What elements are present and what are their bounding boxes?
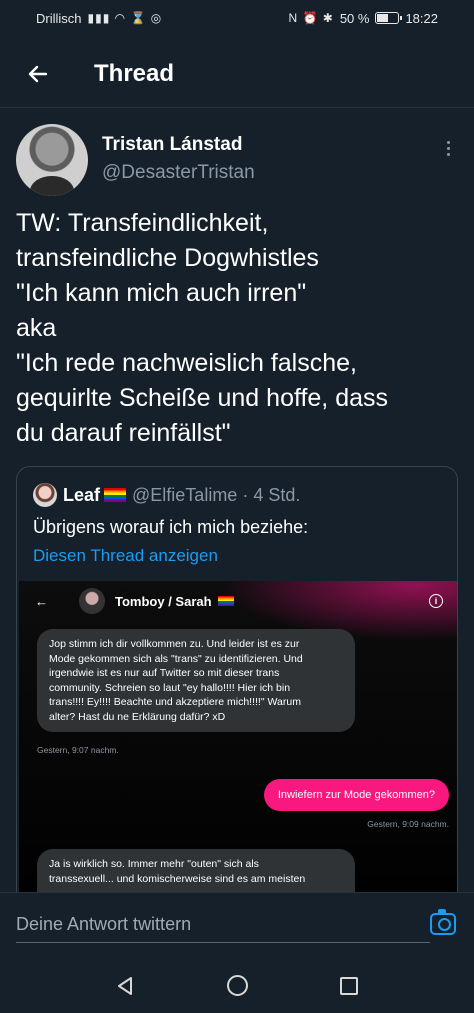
info-icon: i <box>429 594 443 608</box>
square-recents-icon <box>340 976 358 995</box>
status-indicators: N ⏰ ✱ <box>288 11 334 25</box>
author-names: Tristan Lánstad @DesasterTristan <box>102 134 255 184</box>
quoted-tweet[interactable]: Leaf @ElfieTalime · 4 Std. Übrigens wora… <box>16 466 458 906</box>
tweet-line: "Ich rede nachweislich falsche, <box>16 349 357 377</box>
reply-bar: Deine Antwort twittern <box>0 892 474 958</box>
carrier-label: Drillisch <box>36 10 82 26</box>
quote-header: Leaf @ElfieTalime · 4 Std. <box>17 467 457 507</box>
main-tweet: Tristan Lánstad @DesasterTristan TW: Tra… <box>0 124 474 451</box>
nav-recents-button[interactable] <box>329 966 369 1006</box>
nav-home-button[interactable] <box>217 966 257 1006</box>
reply-input[interactable]: Deine Antwort twittern <box>16 907 430 943</box>
message-line: Ja is wirklich so. Immer mehr "outen" si… <box>49 858 259 870</box>
chat-avatar <box>79 588 105 614</box>
quote-text: Übrigens worauf ich mich beziehe: <box>33 517 309 537</box>
author-handle[interactable]: @DesasterTristan <box>102 162 255 184</box>
show-thread-link[interactable]: Diesen Thread anzeigen <box>17 538 457 566</box>
camera-icon[interactable] <box>430 909 456 935</box>
page-title: Thread <box>94 59 175 87</box>
message-line: Mode gekommen sich als "trans" zu identi… <box>49 652 303 665</box>
message-line: alter? Hast du ne Erklärung dafür? xD <box>49 710 226 723</box>
tweet-line: "Ich kann mich auch irren" <box>16 279 307 307</box>
rainbow-flag-icon <box>217 596 234 606</box>
author-avatar[interactable] <box>16 124 88 196</box>
status-bar: Drillisch ▮▮▮ ◠ ⌛ ◎ N ⏰ ✱ 50 % 18:22 <box>0 0 474 36</box>
chat-title-text: Tomboy / Sarah <box>115 593 212 609</box>
message-line: trans!!!! Ey!!!! Beachte und akzeptiere … <box>49 696 301 708</box>
triangle-back-icon <box>118 976 132 995</box>
quote-handle-time: @ElfieTalime · 4 Std. <box>132 484 301 505</box>
message-line: community. Schreien so laut "ey hallo!!!… <box>49 681 291 694</box>
message-line: irgendwie ist es nur auf Twitter so mit … <box>49 667 280 679</box>
more-options-icon[interactable] <box>438 138 458 158</box>
tweet-text: TW: Transfeindlichkeit, transfeindliche … <box>0 206 474 451</box>
message-timestamp: Gestern, 9:09 nachm. <box>367 819 449 829</box>
battery-icon <box>375 12 403 24</box>
system-nav-bar <box>0 958 474 1013</box>
quote-author-name: Leaf <box>63 484 101 505</box>
tweet-line: aka <box>16 314 57 342</box>
quote-avatar <box>33 483 57 507</box>
author-row: Tristan Lánstad @DesasterTristan <box>0 124 474 196</box>
clock: 18:22 <box>405 10 438 26</box>
message-timestamp: Gestern, 9:07 nachm. <box>37 745 119 755</box>
arrow-left-icon <box>28 65 48 82</box>
battery-fill <box>377 14 389 22</box>
chat-message-incoming: Jop stimm ich dir vollkommen zu. Und lei… <box>37 629 355 732</box>
battery-percent: 50 % <box>339 10 370 26</box>
tweet-line: transfeindliche Dogwhistles <box>16 244 319 272</box>
message-line: Jop stimm ich dir vollkommen zu. Und lei… <box>49 638 300 650</box>
chat-title: Tomboy / Sarah <box>115 594 234 609</box>
nav-back-button[interactable] <box>105 966 145 1006</box>
quote-image[interactable]: ← Tomboy / Sarah i Jop stimm ich dir vol… <box>19 581 457 905</box>
thread-header: Thread <box>0 40 474 108</box>
tweet-line: du darauf reinfällst" <box>16 419 231 447</box>
tweet-line: gequirlte Scheiße und hoffe, dass <box>16 384 389 412</box>
tweet-line: TW: Transfeindlichkeit, <box>16 209 269 237</box>
back-button[interactable] <box>18 54 58 94</box>
signal-wifi-icon: ▮▮▮ ◠ ⌛ ◎ <box>87 11 163 25</box>
message-line: transsexuell... und komischerweise sind … <box>49 872 306 885</box>
rainbow-flag-icon <box>104 488 127 502</box>
chat-header: ← Tomboy / Sarah i <box>19 581 457 621</box>
chat-message-outgoing: Inwiefern zur Mode gekommen? <box>263 779 449 811</box>
author-display-name[interactable]: Tristan Lánstad <box>102 134 255 156</box>
circle-home-icon <box>226 975 248 996</box>
chat-back-icon: ← <box>35 593 48 609</box>
